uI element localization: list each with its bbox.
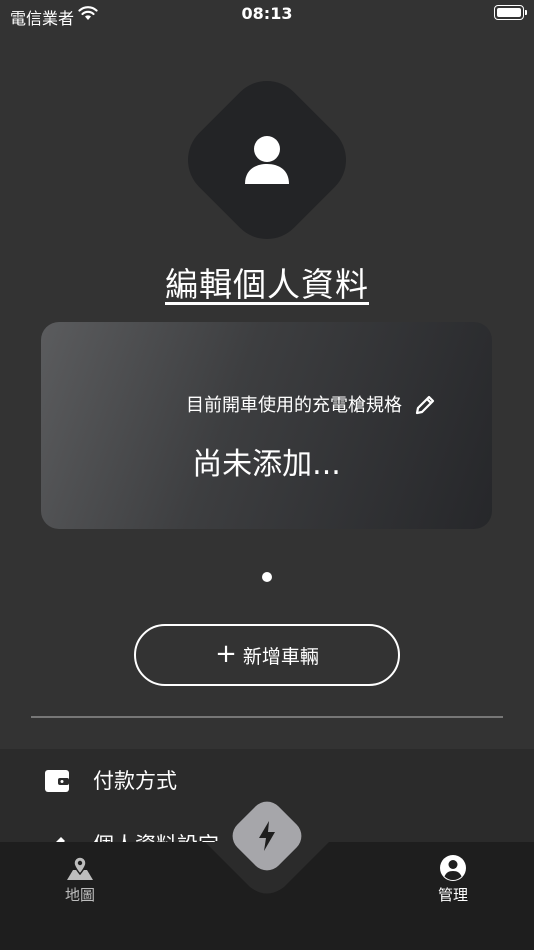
- wallet-icon: [45, 770, 69, 792]
- battery-icon: [494, 5, 527, 20]
- nav-tab-label: 管理: [437, 886, 468, 904]
- charger-spec-value: 尚未添加...: [192, 447, 341, 482]
- charger-spec-label: 目前開車使用的充電槍規格: [186, 395, 402, 416]
- nav-tab-manage[interactable]: 管理: [413, 854, 493, 914]
- status-bar: 電信業者 08:13: [0, 0, 534, 28]
- map-pin-icon: [67, 856, 93, 880]
- menu-item-label: 付款方式: [93, 769, 177, 793]
- person-icon: [245, 136, 289, 184]
- account-circle-icon: [440, 855, 466, 881]
- divider: [31, 716, 503, 718]
- edit-profile-link[interactable]: 編輯個人資料: [0, 258, 534, 306]
- nav-tab-label: 地圖: [64, 886, 95, 904]
- nav-tab-map[interactable]: 地圖: [40, 854, 120, 914]
- lightning-bolt-icon: [259, 821, 275, 851]
- add-vehicle-label: 新增車輛: [242, 645, 319, 668]
- pencil-icon[interactable]: [413, 393, 437, 417]
- clock: 08:13: [241, 4, 293, 23]
- page-indicator-dot: [262, 572, 272, 582]
- charger-spec-card[interactable]: 目前開車使用的充電槍規格 尚未添加...: [41, 322, 492, 529]
- plus-icon: +: [215, 639, 237, 669]
- add-vehicle-button[interactable]: + 新增車輛: [134, 624, 400, 686]
